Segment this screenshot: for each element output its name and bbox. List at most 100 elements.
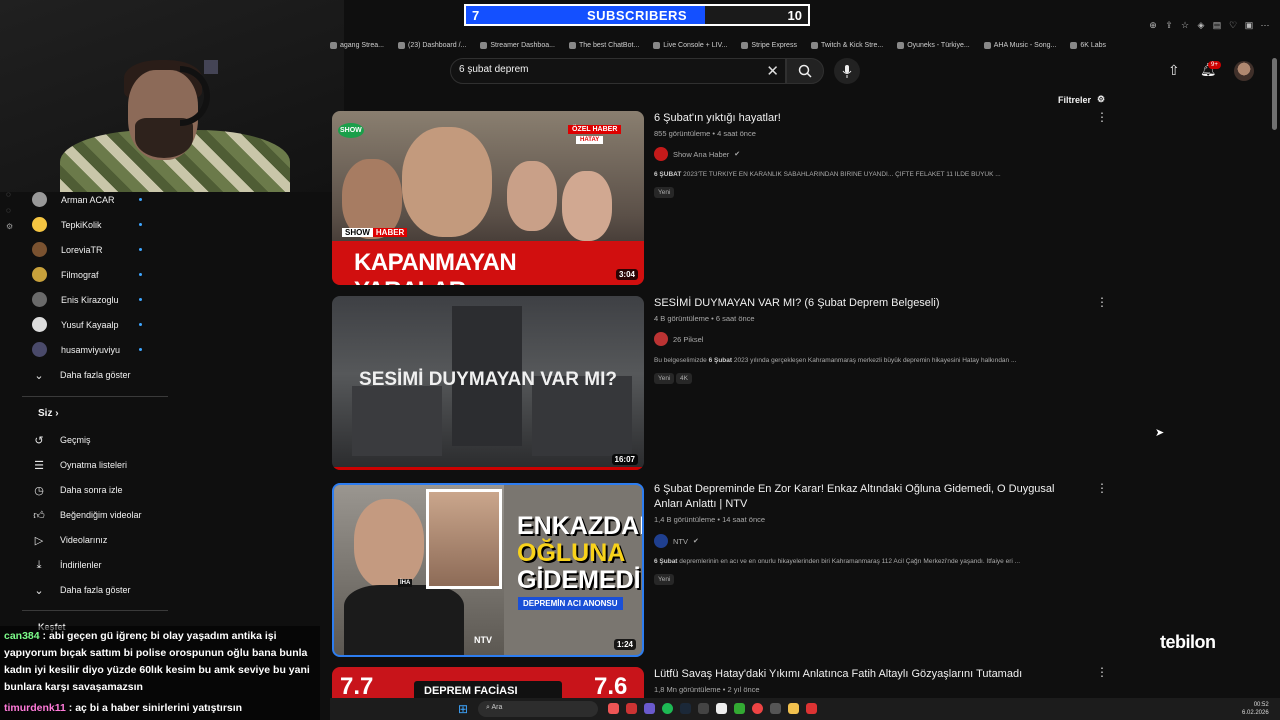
- clock-date: 6.02.2026: [1242, 710, 1269, 716]
- windows-start-icon[interactable]: ⊞: [458, 702, 468, 716]
- app-icon[interactable]: [770, 703, 781, 714]
- channel-avatar: [32, 267, 47, 282]
- obs-icon[interactable]: [806, 703, 817, 714]
- reader-icon[interactable]: ▤: [1212, 20, 1222, 31]
- more-options-icon[interactable]: ⋮: [1096, 110, 1108, 124]
- more-options-icon[interactable]: ⋮: [1096, 665, 1108, 679]
- you-item[interactable]: ◷ Daha sonra izle: [32, 483, 162, 497]
- bookmark-item[interactable]: The best ChatBot...: [568, 41, 639, 49]
- chrome-icon[interactable]: [752, 703, 763, 714]
- subscription-item[interactable]: Arman ACAR: [32, 192, 162, 207]
- new-content-dot: [139, 223, 142, 226]
- you-item[interactable]: ☰ Oynatma listeleri: [32, 458, 162, 472]
- bookmark-item[interactable]: Stripe Express: [741, 41, 797, 49]
- xbox-icon[interactable]: [734, 703, 745, 714]
- subscription-item[interactable]: Filmograf: [32, 267, 162, 282]
- show-more-label: Daha fazla göster: [60, 370, 131, 380]
- filters-label: Filtreler: [1058, 94, 1092, 105]
- show-more-subscriptions[interactable]: ⌄ Daha fazla göster: [32, 368, 162, 382]
- taskbar-search[interactable]: ⌕ Ara: [478, 701, 598, 717]
- collections-icon[interactable]: ▣: [1244, 20, 1254, 31]
- subscription-name: husamviyuviyu: [61, 344, 121, 355]
- desc-highlight: 6 ŞUBAT: [654, 171, 682, 178]
- bookmarks-bar: agang Strea... (23) Dashboard /... Streame…: [330, 36, 1280, 54]
- bookmark-item[interactable]: Streamer Dashboa...: [480, 41, 555, 49]
- watch-later-icon: ◷: [34, 484, 44, 497]
- channel-avatar: [32, 217, 47, 232]
- channel-avatar: [654, 332, 668, 346]
- filters-icon: ⚙︎: [1097, 94, 1106, 104]
- account-avatar[interactable]: [1234, 61, 1254, 81]
- search-button[interactable]: [786, 58, 824, 84]
- channel-link[interactable]: 26 Piksel: [654, 332, 703, 346]
- channel-link[interactable]: NTV ✔︎: [654, 534, 699, 548]
- taskbar-clock[interactable]: 00:52 6.02.2026: [1242, 701, 1269, 717]
- star-icon[interactable]: ☆: [1180, 20, 1190, 31]
- taskbar-app-icon[interactable]: [608, 703, 619, 714]
- subscription-item[interactable]: husamviyuviyu: [32, 342, 162, 357]
- channel-link[interactable]: Show Ana Haber ✔︎: [654, 147, 740, 161]
- subscription-item[interactable]: TepkiKolik: [32, 217, 162, 232]
- subscription-item[interactable]: Yusuf Kayaalp: [32, 317, 162, 332]
- favorites-icon[interactable]: ♡: [1228, 20, 1238, 31]
- video-title[interactable]: 6 Şubat'ın yıktığı hayatlar!: [654, 111, 1074, 126]
- bookmark-favicon-icon: [983, 41, 991, 49]
- you-section-title[interactable]: Siz ›: [38, 408, 59, 419]
- bookmark-item[interactable]: Twitch & Kick Stre...: [810, 41, 884, 49]
- bookmark-label: Live Console + LIV...: [663, 41, 728, 49]
- clock-time: 00:52: [1253, 702, 1269, 708]
- video-title[interactable]: SESİMİ DUYMAYAN VAR MI? (6 Şubat Deprem …: [654, 296, 1074, 311]
- bookmark-item[interactable]: 6K Labs: [1070, 41, 1106, 49]
- steam-icon[interactable]: [680, 703, 691, 714]
- share-icon[interactable]: ⇪: [1164, 20, 1174, 31]
- video-thumbnail-1[interactable]: SHOW ÖZEL HABER HATAY SHOW HABER KAPANMA…: [332, 111, 644, 285]
- bookmark-item[interactable]: Oyuneks - Türkiye...: [897, 41, 970, 49]
- app-icon[interactable]: [716, 703, 727, 714]
- clear-icon[interactable]: ✕: [766, 62, 779, 80]
- video-thumbnail-2[interactable]: SESİMİ DUYMAYAN VAR MI? 16:07: [332, 296, 644, 470]
- taskbar-search-label: Ara: [491, 704, 503, 711]
- more-options-icon[interactable]: ⋮: [1096, 295, 1108, 309]
- menu-icon[interactable]: ⋯: [1260, 20, 1270, 31]
- video-title[interactable]: Lütfü Savaş Hatay'daki Yıkımı Anlatınca …: [654, 667, 1074, 682]
- mini-settings-icon[interactable]: ◌: [6, 190, 11, 199]
- you-item[interactable]: ⤓ İndirilenler: [32, 558, 162, 572]
- more-options-icon[interactable]: ⋮: [1096, 481, 1108, 495]
- bookmark-label: Streamer Dashboa...: [490, 41, 555, 49]
- video-title[interactable]: 6 Şubat Depreminde En Zor Karar! Enkaz A…: [654, 482, 1074, 512]
- channel-avatar: [32, 292, 47, 307]
- epic-games-icon[interactable]: [698, 703, 709, 714]
- mini-help-icon[interactable]: ◌: [6, 206, 11, 215]
- video-thumbnail-3[interactable]: ENKAZDAKİ OĞLUNA GİDEMEDİ DEPREMİN ACI A…: [332, 483, 644, 657]
- you-item[interactable]: ▷ Videolarınız: [32, 533, 162, 547]
- subscription-item[interactable]: LoreviaTR: [32, 242, 162, 257]
- voice-search-button[interactable]: [834, 58, 860, 84]
- bookmark-item[interactable]: Live Console + LIV...: [653, 41, 728, 49]
- you-item[interactable]: ↺ Geçmiş: [32, 433, 162, 447]
- bookmark-item[interactable]: (23) Dashboard /...: [397, 41, 466, 49]
- subscription-item[interactable]: Enis Kirazoglu: [32, 292, 162, 307]
- show-more-you[interactable]: ⌄ Daha fazla göster: [32, 583, 162, 597]
- thumb-logo: HABER: [372, 228, 408, 237]
- upload-icon[interactable]: ⇧: [1168, 62, 1180, 79]
- mini-gear-icon[interactable]: ⚙︎: [6, 222, 13, 231]
- mouse-cursor-icon: ➤: [1155, 427, 1165, 439]
- filters-button[interactable]: Filtreler ⚙︎: [1058, 94, 1105, 105]
- spotify-icon[interactable]: [662, 703, 673, 714]
- video-meta: 4 B görüntüleme • 6 saat önce: [654, 314, 755, 323]
- bookmark-favicon-icon: [480, 41, 488, 49]
- search-input[interactable]: [459, 64, 749, 75]
- bookmark-item[interactable]: AHA Music - Song...: [983, 41, 1056, 49]
- you-item[interactable]: 👍︎ Beğendiğim videolar: [32, 508, 162, 522]
- bookmark-label: Twitch & Kick Stre...: [820, 41, 884, 49]
- extension-icon[interactable]: ◈: [1196, 20, 1206, 31]
- scrollbar[interactable]: [1272, 58, 1277, 130]
- bookmark-item[interactable]: agang Strea...: [330, 41, 384, 49]
- discord-icon[interactable]: [644, 703, 655, 714]
- chat-message: can384 : abi geçen gü iğrenç bi olay yaş…: [4, 628, 316, 696]
- file-explorer-icon[interactable]: [788, 703, 799, 714]
- sidebar: ◌ ◌ ⚙︎ Arman ACAR TepkiKolik LoreviaTR Film…: [0, 186, 170, 632]
- desc-text: Bu belgeselimizde: [654, 357, 709, 364]
- opera-icon[interactable]: [626, 703, 637, 714]
- zoom-icon[interactable]: ⊕: [1148, 20, 1158, 31]
